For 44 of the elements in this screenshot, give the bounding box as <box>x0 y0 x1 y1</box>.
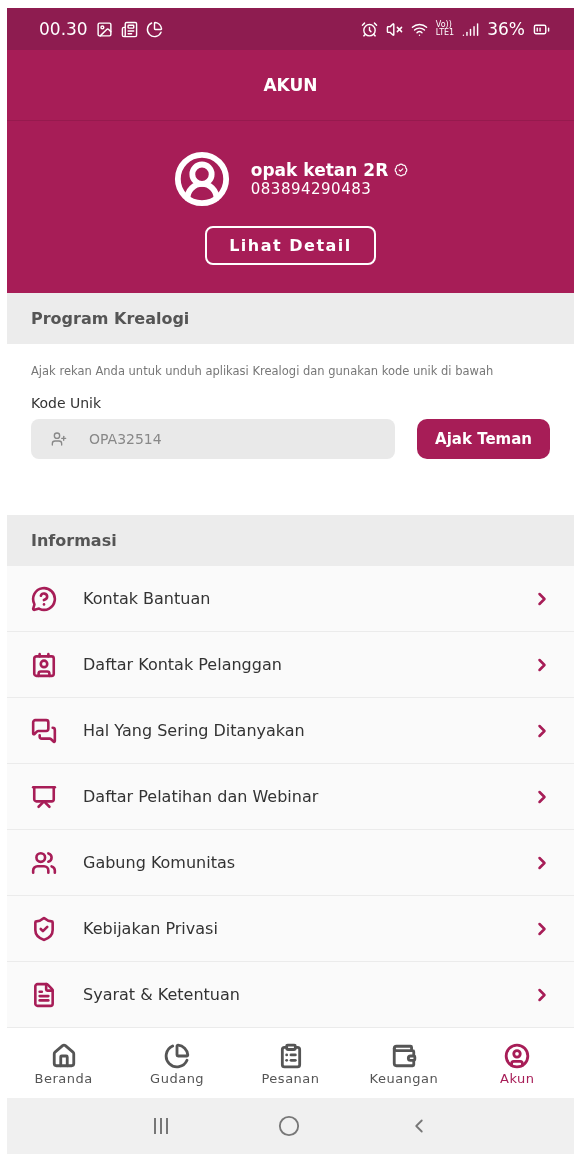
people-icon <box>31 849 57 876</box>
menu-item[interactable]: Kebijakan Privasi <box>7 896 574 962</box>
menu-item[interactable]: Gabung Komunitas <box>7 830 574 896</box>
menu-item[interactable]: Hal Yang Sering Ditanyakan <box>7 698 574 764</box>
question-bubble-icon <box>31 585 57 612</box>
add-user-icon <box>51 431 67 447</box>
nav-tab[interactable]: Akun <box>460 1030 574 1098</box>
phone-number: 083894290483 <box>250 179 373 198</box>
description-text: Ajak rekan Anda untuk unduh aplikasi Krealogi dan gunakan kode unik di bawah <box>31 364 495 379</box>
mute-icon <box>385 20 403 38</box>
home-icon <box>50 1042 77 1069</box>
alarm-icon <box>360 20 378 38</box>
avatar-icon <box>172 149 231 208</box>
section-title: Program Krealogi <box>31 309 190 328</box>
menu-item[interactable]: Daftar Kontak Pelanggan <box>7 632 574 698</box>
menu-item[interactable]: Kontak Bantuan <box>7 566 574 632</box>
user-icon <box>504 1042 531 1069</box>
page-title: AKUN <box>263 75 318 95</box>
chat-bubbles-icon <box>31 717 57 744</box>
user-name: opak ketan 2R <box>250 159 389 180</box>
menu-item[interactable]: Syarat & Ketentuan <box>7 962 574 1028</box>
section-title: Informasi <box>31 531 117 550</box>
nav-tab[interactable]: Beranda <box>7 1030 121 1098</box>
image-icon <box>95 20 113 38</box>
pie-chart-icon <box>164 1042 191 1069</box>
document-icon <box>31 981 57 1008</box>
nav-tab[interactable]: Keuangan <box>347 1030 461 1098</box>
nav-tab[interactable]: Pesanan <box>233 1030 348 1098</box>
signal-icon <box>462 20 480 38</box>
shield-icon <box>31 915 57 942</box>
clock: 00.30 <box>39 19 88 39</box>
code-label: Kode Unik <box>31 395 103 411</box>
network-label: Vo)) LTE1 <box>435 21 455 37</box>
news-icon <box>120 20 138 38</box>
detail-button[interactable]: Lihat Detail <box>205 225 376 265</box>
pie-chart-icon <box>145 20 163 38</box>
battery-text: 36% <box>487 19 525 39</box>
presentation-icon <box>31 783 57 810</box>
invite-button[interactable]: Ajak Teman <box>417 419 550 459</box>
contact-card-icon <box>31 651 57 678</box>
menu-item[interactable]: Daftar Pelatihan dan Webinar <box>7 764 574 830</box>
wallet-icon <box>390 1042 417 1069</box>
home-button-icon[interactable] <box>278 1115 301 1137</box>
nav-tab[interactable]: Gudang <box>120 1030 234 1098</box>
